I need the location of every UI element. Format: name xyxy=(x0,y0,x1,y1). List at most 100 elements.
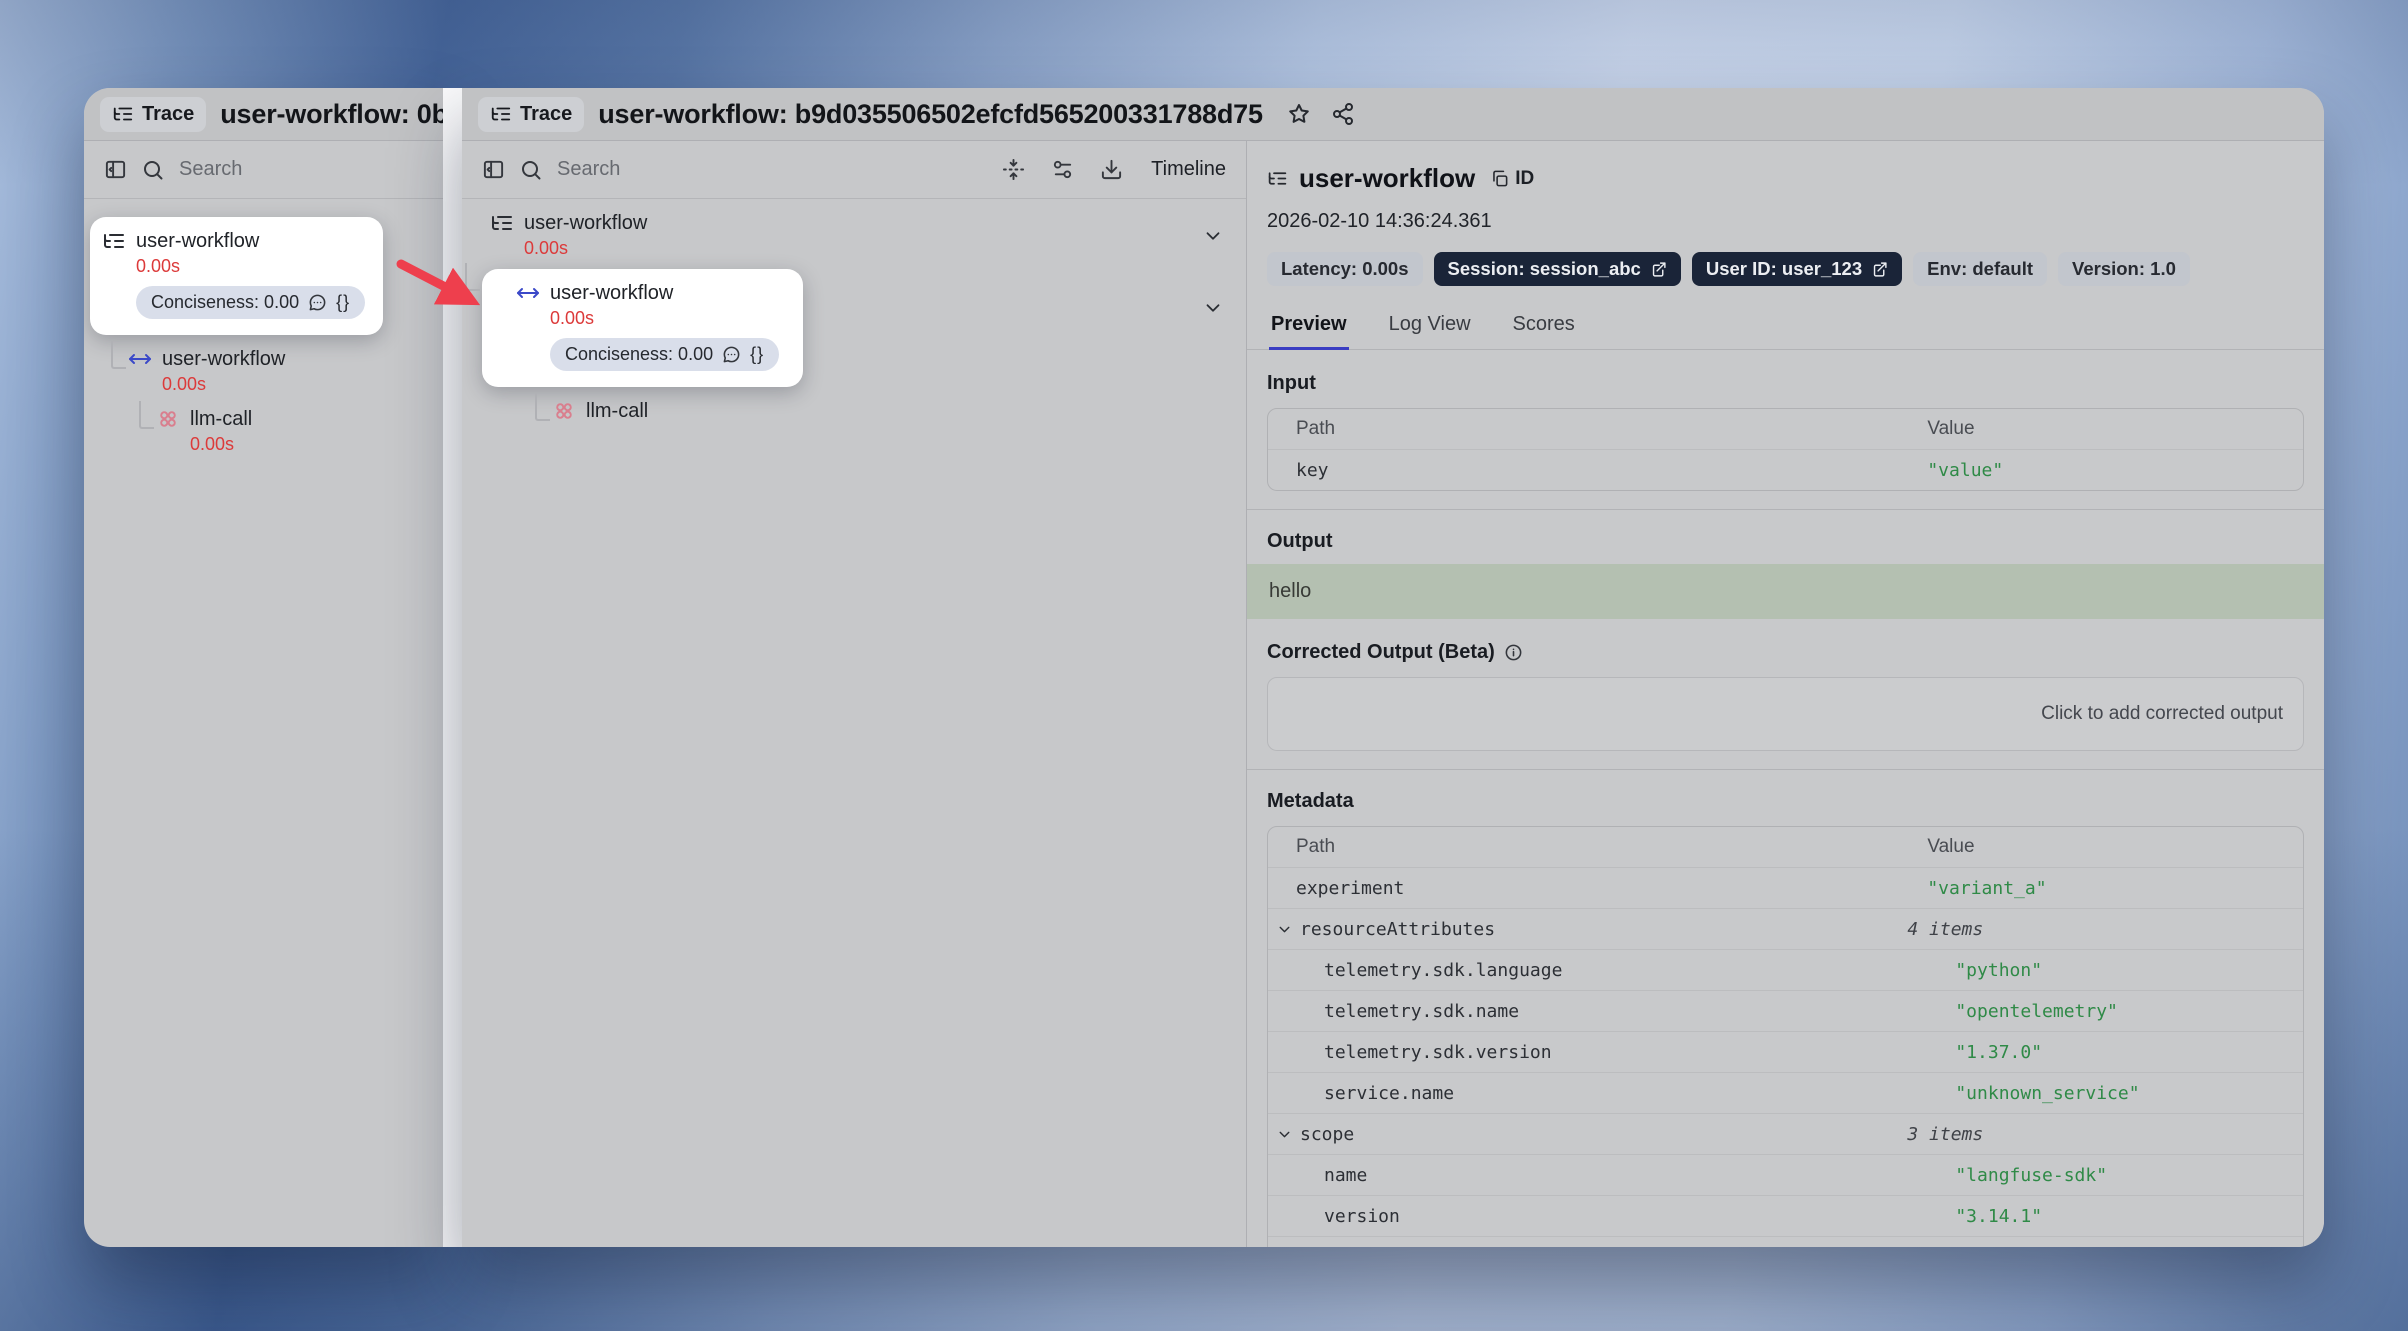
metadata-table: PathValue experiment "variant_a" resourceAt… xyxy=(1267,826,2304,1247)
collapse-all-button[interactable] xyxy=(1002,158,1025,181)
chevron-down-icon[interactable] xyxy=(1202,297,1224,319)
window-edge-strip xyxy=(443,88,462,1247)
back-search-row: Search xyxy=(84,141,443,199)
trace-tree-node[interactable]: user-workflow 0.00s xyxy=(128,347,285,395)
move-horizontal-icon xyxy=(516,281,540,305)
node-latency: 0.00s xyxy=(190,434,252,455)
trace-type-badge: Trace xyxy=(100,97,206,132)
table-header-row: PathValue xyxy=(1268,827,2303,867)
trace-tree-node[interactable]: llm-call0.00s xyxy=(156,407,252,455)
trace-badge-label: Trace xyxy=(520,103,572,126)
table-row[interactable]: resourceAttributes 4 items xyxy=(1268,908,2303,949)
corrected-output-box[interactable]: Click to add corrected output xyxy=(1267,677,2304,751)
search-input[interactable]: Search xyxy=(179,158,242,181)
view-settings-button[interactable] xyxy=(1051,158,1074,181)
trace-badge-session[interactable]: Session: session_abc xyxy=(1434,252,1681,286)
row-value: "3.14.1" xyxy=(1955,1206,2303,1227)
badge-label: Env: default xyxy=(1927,258,2033,280)
download-button[interactable] xyxy=(1100,158,1123,181)
page-title: user-workflow: b9d035506502efcfd56520033… xyxy=(598,99,1263,130)
node-latency: 0.00s xyxy=(524,238,647,259)
copy-id-button[interactable]: ID xyxy=(1490,168,1534,190)
score-badge-label: Conciseness: 0.00 xyxy=(151,292,299,313)
chevron-down-icon[interactable] xyxy=(1202,225,1224,247)
external-link-icon xyxy=(1650,261,1667,278)
chevron-down-icon[interactable] xyxy=(1276,1126,1293,1143)
row-path: key xyxy=(1296,460,1329,481)
llm-icon xyxy=(552,399,576,423)
comment-icon xyxy=(722,345,741,364)
section-divider xyxy=(1247,509,2324,510)
trace-badge-user-id[interactable]: User ID: user_123 xyxy=(1692,252,1902,286)
column-header-value: Value xyxy=(1927,418,2303,440)
node-label: user-workflow xyxy=(162,348,285,371)
score-badge[interactable]: Conciseness: 0.00{} xyxy=(550,338,779,371)
corrected-output-heading: Corrected Output (Beta) xyxy=(1267,641,2304,664)
list-tree-icon xyxy=(1267,168,1288,189)
external-link-icon xyxy=(1871,261,1888,278)
search-input[interactable]: Search xyxy=(557,158,620,181)
node-latency: 0.00s xyxy=(550,308,779,329)
share-button[interactable] xyxy=(1331,102,1355,126)
row-path: telemetry.sdk.version xyxy=(1324,1042,1552,1063)
details-tabs: Preview Log View Scores xyxy=(1247,304,2324,350)
table-row[interactable]: scope3 items xyxy=(1268,1113,2303,1154)
node-latency: 0.00s xyxy=(136,256,365,277)
column-header-path: Path xyxy=(1268,836,1927,858)
panel-left-icon[interactable] xyxy=(104,158,127,181)
timeline-toggle[interactable]: Timeline xyxy=(1151,158,1226,181)
observation-title: user-workflow xyxy=(1299,163,1475,194)
trace-tree: user-workflow0.00suser-workflow0.00sConc… xyxy=(462,199,1246,1247)
row-value: "value" xyxy=(1927,460,2303,481)
row-value: 1 items xyxy=(1931,1247,2303,1248)
row-value: 3 items xyxy=(1907,1124,2303,1145)
trace-timestamp: 2026-02-10 14:36:24.361 xyxy=(1267,210,2304,233)
row-path: telemetry.sdk.name xyxy=(1324,1001,1519,1022)
tab-log-view[interactable]: Log View xyxy=(1387,304,1473,350)
section-divider xyxy=(1247,769,2324,770)
list-tree-icon xyxy=(490,211,514,235)
row-value: 4 items xyxy=(1907,919,2303,940)
table-row[interactable]: attributes 1 items xyxy=(1268,1236,2303,1247)
trace-tree-node[interactable]: llm-call xyxy=(552,399,648,423)
info-icon[interactable] xyxy=(1504,643,1523,662)
row-path: resourceAttributes xyxy=(1300,919,1495,940)
trace-tree-node[interactable]: user-workflow 0.00s xyxy=(490,211,647,259)
llm-icon xyxy=(156,407,180,431)
row-value: "opentelemetry" xyxy=(1955,1001,2303,1022)
table-row: version"3.14.1" xyxy=(1268,1195,2303,1236)
node-latency: 0.00s xyxy=(162,374,285,395)
input-table: PathValue key "value" xyxy=(1267,408,2304,491)
trace-badge-latency: Latency: 0.00s xyxy=(1267,252,1423,286)
output-value: hello xyxy=(1247,564,2324,619)
row-value: "1.37.0" xyxy=(1955,1042,2303,1063)
row-value: "python" xyxy=(1955,960,2303,981)
star-button[interactable] xyxy=(1287,102,1311,126)
table-row: telemetry.sdk.name "opentelemetry" xyxy=(1268,990,2303,1031)
chevron-down-icon[interactable] xyxy=(1276,921,1293,938)
node-label: llm-call xyxy=(586,400,648,423)
desktop: Trace user-workflow: 0bde Search user-wo… xyxy=(0,0,2408,1331)
comment-icon xyxy=(308,293,327,312)
score-badge-json: {} xyxy=(750,344,764,365)
node-label: user-workflow xyxy=(524,212,647,235)
trace-tree-node[interactable]: user-workflow 0.00s Conciseness: 0.00 {} xyxy=(90,217,383,335)
column-header-path: Path xyxy=(1268,418,1927,440)
table-row: name"langfuse-sdk" xyxy=(1268,1154,2303,1195)
tree-search-row: Search Timeline xyxy=(462,141,1246,199)
row-value: "variant_a" xyxy=(1927,878,2303,899)
row-path: experiment xyxy=(1296,878,1404,899)
table-row: experiment "variant_a" xyxy=(1268,867,2303,908)
front-titlebar: Trace user-workflow: b9d035506502efcfd56… xyxy=(462,88,2324,141)
trace-window-front: Trace user-workflow: b9d035506502efcfd56… xyxy=(462,88,2324,1247)
panel-left-icon[interactable] xyxy=(482,158,505,181)
trace-tree-node[interactable]: user-workflow0.00sConciseness: 0.00{} xyxy=(482,269,803,387)
node-label: user-workflow xyxy=(136,230,259,253)
score-badge[interactable]: Conciseness: 0.00 {} xyxy=(136,286,365,319)
score-badge-json: {} xyxy=(336,292,350,313)
tab-scores[interactable]: Scores xyxy=(1511,304,1577,350)
trace-window-back: Trace user-workflow: 0bde Search user-wo… xyxy=(84,88,443,1247)
row-path: attributes xyxy=(1324,1247,1432,1248)
tab-preview[interactable]: Preview xyxy=(1269,304,1349,350)
metadata-heading: Metadata xyxy=(1267,790,2304,813)
